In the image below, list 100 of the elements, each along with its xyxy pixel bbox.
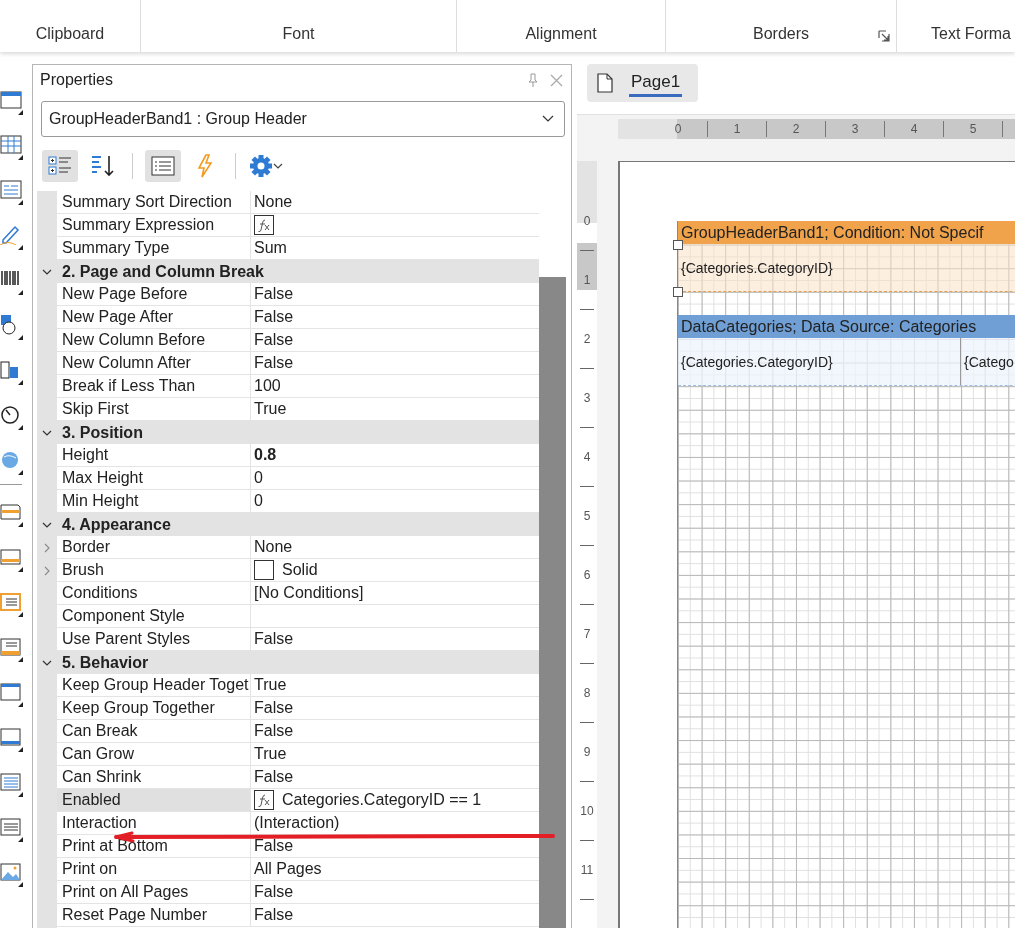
property-name[interactable]: Keep Group Header Toget xyxy=(57,674,251,697)
property-value[interactable]: False xyxy=(254,283,294,305)
properties-button[interactable] xyxy=(145,150,181,182)
property-value[interactable]: True xyxy=(254,674,287,696)
property-name[interactable]: Break if Less Than xyxy=(57,375,251,398)
chevron-down-icon[interactable] xyxy=(42,521,52,528)
property-value[interactable]: False xyxy=(254,720,294,742)
property-name[interactable]: New Column Before xyxy=(57,329,251,352)
property-name[interactable]: Reset Page Number xyxy=(57,904,251,927)
dropdown-corner-icon xyxy=(18,612,23,617)
function-icon xyxy=(257,793,271,807)
category-header[interactable]: 3. Position xyxy=(57,421,539,444)
property-name[interactable]: Print on All Pages xyxy=(57,881,251,904)
chevron-right-icon[interactable] xyxy=(44,565,50,576)
property-name[interactable]: Summary Expression xyxy=(57,214,251,237)
horizontal-ruler: 0 1 2 3 4 5 xyxy=(618,119,1015,139)
text-field[interactable]: {Categories.CategoryID} xyxy=(678,244,1015,291)
property-name[interactable]: New Page Before xyxy=(57,283,251,306)
page-tab[interactable]: Page1 xyxy=(587,64,699,102)
dropdown-corner-icon xyxy=(18,657,23,662)
property-value[interactable]: False xyxy=(254,881,294,903)
component-selector[interactable]: GroupHeaderBand1 : Group Header xyxy=(41,101,565,137)
property-value[interactable]: None xyxy=(254,191,293,213)
property-value[interactable]: True xyxy=(254,398,287,420)
band-header[interactable]: GroupHeaderBand1; Condition: Not Specif xyxy=(678,221,1015,244)
text-field[interactable]: {Categories.CategoryID} xyxy=(678,338,961,385)
table-icon[interactable] xyxy=(0,132,22,155)
ribbon-group-label: Text Forma xyxy=(931,24,1011,44)
property-value[interactable]: False xyxy=(254,329,294,351)
property-name[interactable]: Print at Bottom xyxy=(57,835,251,858)
property-name[interactable]: Can Break xyxy=(57,720,251,743)
category-header[interactable]: 5. Behavior xyxy=(57,651,539,674)
property-value[interactable]: None xyxy=(254,536,293,558)
dropdown-corner-icon xyxy=(18,380,23,385)
property-value[interactable]: False xyxy=(254,904,294,926)
dropdown-corner-icon xyxy=(18,522,23,527)
dropdown-corner-icon xyxy=(18,155,23,160)
property-value[interactable]: 100 xyxy=(254,375,281,397)
dropdown-corner-icon xyxy=(18,792,23,797)
text-field[interactable]: {Catego xyxy=(961,338,1015,385)
text-icon[interactable] xyxy=(0,177,22,200)
property-name[interactable]: Conditions xyxy=(57,582,251,605)
chevron-right-icon[interactable] xyxy=(44,542,50,553)
ribbon-group-label: Clipboard xyxy=(35,24,105,44)
property-name[interactable]: Enabled xyxy=(57,789,251,812)
property-value[interactable]: Solid xyxy=(282,559,318,581)
dropdown-corner-icon xyxy=(18,290,23,295)
property-value[interactable]: False xyxy=(254,697,294,719)
property-name[interactable]: Keep Group Together xyxy=(57,697,251,720)
pin-icon[interactable] xyxy=(528,73,538,87)
property-name[interactable]: Summary Sort Direction xyxy=(57,191,251,214)
close-icon[interactable] xyxy=(550,73,563,87)
property-value[interactable]: 0 xyxy=(254,467,263,489)
category-header[interactable]: 4. Appearance xyxy=(57,513,539,536)
property-name[interactable]: Can Grow xyxy=(57,743,251,766)
property-list-icon xyxy=(151,156,175,176)
property-name[interactable]: New Page After xyxy=(57,306,251,329)
category-header[interactable]: 2. Page and Column Break xyxy=(57,260,539,283)
property-name[interactable]: Brush xyxy=(57,559,251,582)
gear-icon xyxy=(249,154,283,178)
property-value[interactable]: False xyxy=(254,352,294,374)
color-swatch xyxy=(254,560,274,580)
property-name[interactable]: Height xyxy=(57,444,251,467)
dropdown-corner-icon xyxy=(18,702,23,707)
selection-handle[interactable] xyxy=(673,240,683,250)
property-name[interactable]: Interaction xyxy=(57,812,251,835)
expression-button[interactable] xyxy=(254,215,274,235)
property-value[interactable]: All Pages xyxy=(254,858,322,880)
property-value[interactable]: False xyxy=(254,766,294,788)
property-value[interactable]: (Interaction) xyxy=(254,812,340,834)
property-name[interactable]: New Column After xyxy=(57,352,251,375)
property-value[interactable]: 0.8 xyxy=(254,444,277,466)
dialog-launcher-icon[interactable] xyxy=(878,30,890,42)
property-name[interactable]: Component Style xyxy=(57,605,251,628)
property-value[interactable]: True xyxy=(254,743,287,765)
property-name[interactable]: Border xyxy=(57,536,251,559)
property-value[interactable]: False xyxy=(254,306,294,328)
expression-button[interactable] xyxy=(254,790,274,810)
dropdown-corner-icon xyxy=(18,110,23,115)
property-value[interactable]: False xyxy=(254,628,294,650)
property-value[interactable]: False xyxy=(254,835,294,857)
band-header[interactable]: DataCategories; Data Source: Categories xyxy=(678,315,1015,338)
property-value[interactable]: Categories.CategoryID == 1 xyxy=(282,789,482,811)
property-value[interactable]: 0 xyxy=(254,490,263,512)
property-value[interactable]: Sum xyxy=(254,237,287,259)
chevron-down-icon[interactable] xyxy=(42,268,52,275)
selection-handle[interactable] xyxy=(673,287,683,297)
vertical-ruler: 0 1 2 3 4 5 6 7 8 9 10 11 xyxy=(577,161,597,928)
lightning-icon xyxy=(197,154,213,178)
function-icon xyxy=(257,218,271,232)
dropdown-corner-icon xyxy=(18,567,23,572)
property-value[interactable]: [No Conditions] xyxy=(254,582,364,604)
dropdown-corner-icon xyxy=(18,747,23,752)
property-name[interactable]: Max Height xyxy=(57,467,251,490)
categorized-button[interactable] xyxy=(42,150,78,182)
chevron-down-icon[interactable] xyxy=(42,659,52,666)
scrollbar-thumb[interactable] xyxy=(539,277,566,928)
ribbon-group-label: Font xyxy=(282,24,315,44)
property-name[interactable]: Print on xyxy=(57,858,251,881)
chevron-down-icon[interactable] xyxy=(42,429,52,436)
